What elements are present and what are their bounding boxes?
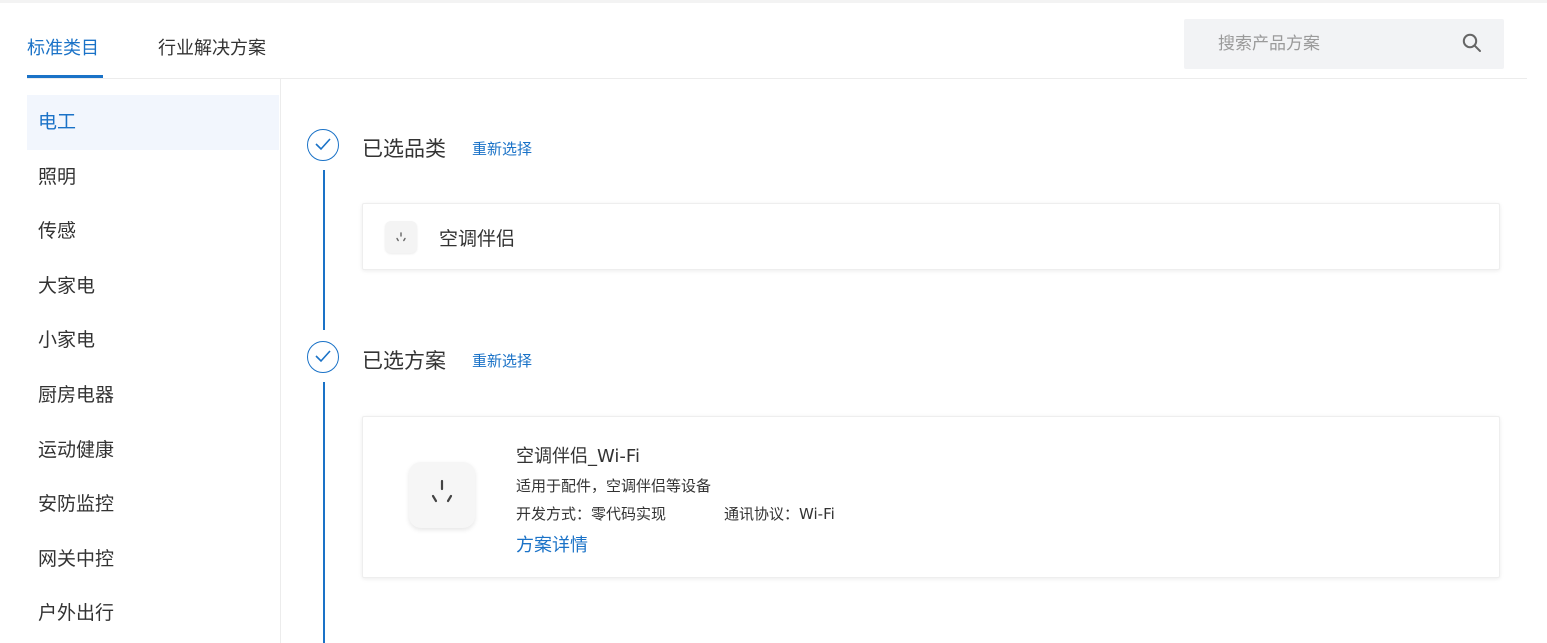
sidebar-item-kitchen-appliances[interactable]: 厨房电器 — [27, 368, 279, 423]
selected-category-title: 已选品类 — [362, 137, 446, 161]
sidebar-item-electrical[interactable]: 电工 — [27, 95, 279, 150]
sidebar-item-security-monitoring[interactable]: 安防监控 — [27, 477, 279, 532]
reselect-solution-link[interactable]: 重新选择 — [472, 350, 532, 371]
sidebar-item-sensor[interactable]: 传感 — [27, 204, 279, 259]
header-divider — [27, 78, 1527, 79]
sidebar-item-major-appliances[interactable]: 大家电 — [27, 259, 279, 314]
socket-icon — [409, 462, 475, 528]
selected-category-card[interactable]: 空调伴侣 — [362, 203, 1500, 270]
step-connector-line — [323, 382, 325, 643]
step-check-icon — [307, 129, 339, 161]
selected-category-name: 空调伴侣 — [439, 228, 516, 250]
step-connector-line — [323, 170, 325, 330]
solution-detail-link[interactable]: 方案详情 — [516, 531, 588, 557]
solution-protocol: 通讯协议：Wi-Fi — [724, 505, 835, 523]
sidebar-item-lighting[interactable]: 照明 — [27, 150, 279, 205]
solution-dev-method: 开发方式：零代码实现 — [516, 505, 667, 523]
sidebar-item-small-appliances[interactable]: 小家电 — [27, 313, 279, 368]
tab-industry-solutions[interactable]: 行业解决方案 — [158, 34, 266, 60]
tab-standard-category[interactable]: 标准类目 — [27, 34, 99, 60]
sidebar-item-outdoor-travel[interactable]: 户外出行 — [27, 586, 279, 641]
search-box — [1184, 19, 1504, 69]
sidebar-item-gateway-control[interactable]: 网关中控 — [27, 532, 279, 587]
search-icon[interactable] — [1462, 33, 1482, 53]
solution-name: 空调伴侣_Wi-Fi — [516, 446, 640, 467]
selected-solution-title: 已选方案 — [362, 349, 446, 373]
sidebar-divider — [280, 79, 281, 643]
category-sidebar: 电工 照明 传感 大家电 小家电 厨房电器 运动健康 安防监控 网关中控 户外出… — [27, 95, 279, 641]
top-border — [0, 0, 1547, 3]
sidebar-item-sports-health[interactable]: 运动健康 — [27, 423, 279, 478]
reselect-category-link[interactable]: 重新选择 — [472, 138, 532, 159]
solution-description: 适用于配件，空调伴侣等设备 — [516, 477, 712, 495]
search-input[interactable] — [1184, 19, 1478, 69]
step-check-icon — [307, 341, 339, 373]
selected-solution-card: 空调伴侣_Wi-Fi 适用于配件，空调伴侣等设备 开发方式：零代码实现 通讯协议… — [362, 416, 1500, 578]
socket-icon — [385, 221, 417, 253]
